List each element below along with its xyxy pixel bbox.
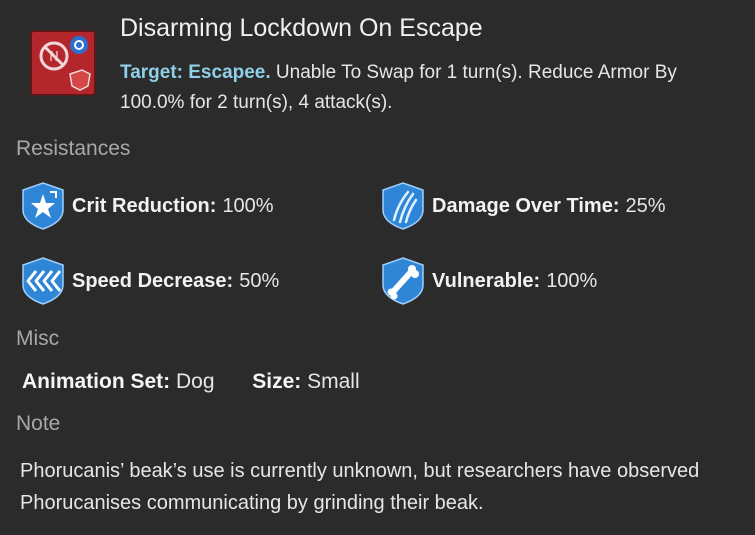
section-heading-note: Note xyxy=(16,412,61,435)
resistance-speed-decrease: Speed Decrease: 50% xyxy=(22,257,279,305)
ability-icon: N xyxy=(30,30,96,96)
resistance-value: 100% xyxy=(546,269,598,292)
resistance-value: 100% xyxy=(222,194,274,217)
crit-reduction-icon xyxy=(22,182,64,230)
resistance-label: Crit Reduction: xyxy=(72,194,217,217)
ability-title: Disarming Lockdown On Escape xyxy=(120,14,483,42)
lockdown-disarm-icon: N xyxy=(39,36,91,91)
ability-description: Target: Escapee. Unable To Swap for 1 tu… xyxy=(120,58,740,118)
animation-set-value: Dog xyxy=(176,370,215,393)
note-text: Phorucanis’ beak’s use is currently unkn… xyxy=(20,460,700,514)
section-heading-resistances: Resistances xyxy=(16,137,131,160)
animation-set-label: Animation Set: xyxy=(22,370,171,393)
speed-decrease-icon xyxy=(22,257,64,305)
size-label: Size: xyxy=(252,370,302,393)
vulnerable-icon xyxy=(382,257,424,305)
resistance-label: Speed Decrease: xyxy=(72,269,234,292)
misc-info: Animation Set: Dog Size: Small xyxy=(22,370,360,394)
resistance-vulnerable: Vulnerable: 100% xyxy=(382,257,597,305)
section-heading-misc: Misc xyxy=(16,327,60,350)
resistance-crit-reduction: Crit Reduction: 100% xyxy=(22,182,274,230)
resistance-label: Damage Over Time: xyxy=(432,194,620,217)
resistance-damage-over-time: Damage Over Time: 25% xyxy=(382,182,666,230)
size-value: Small xyxy=(307,370,360,393)
resistance-label: Vulnerable: xyxy=(432,269,541,292)
resistance-value: 25% xyxy=(625,194,666,217)
damage-over-time-icon xyxy=(382,182,424,230)
svg-text:N: N xyxy=(49,50,59,65)
resistance-value: 50% xyxy=(239,269,280,292)
ability-target: Target: Escapee. xyxy=(120,62,271,83)
